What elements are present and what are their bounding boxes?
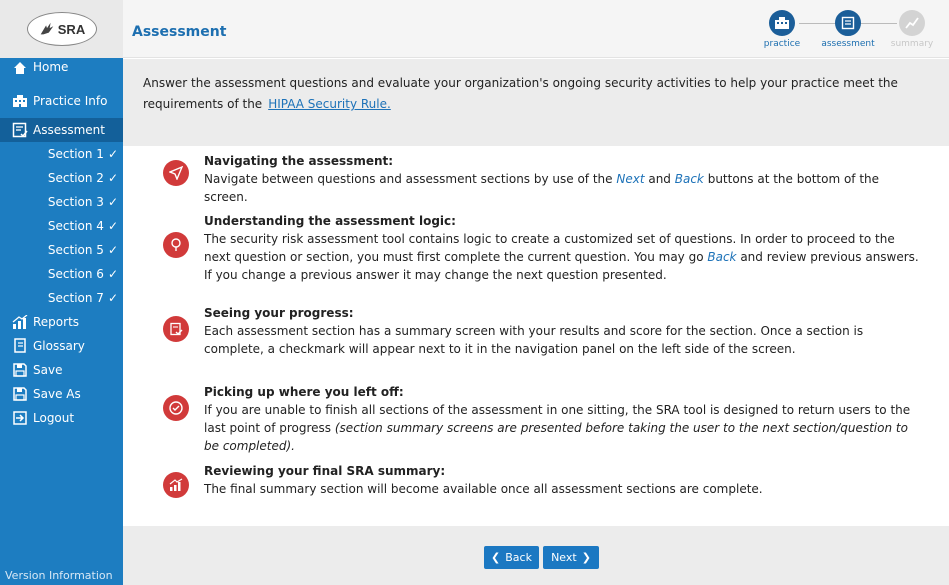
instruction-body: If you are unable to finish all sections…: [204, 403, 911, 453]
instruction-body: The security risk assessment tool contai…: [204, 232, 919, 282]
summary-icon: [899, 10, 925, 36]
sidebar-item-reports[interactable]: Reports: [0, 310, 123, 334]
step-practice[interactable]: practice: [752, 10, 812, 49]
sidebar-item-label: Reports: [33, 315, 80, 329]
checkmark-icon: ✓: [107, 219, 118, 233]
next-keyword: Next: [616, 172, 645, 186]
step-assessment[interactable]: assessment: [818, 10, 878, 49]
header: Assessment practice assessment summary: [123, 0, 949, 58]
checkmark-icon: ✓: [107, 243, 118, 257]
home-icon: [12, 60, 28, 76]
chart-icon: [12, 314, 28, 330]
instruction-pickup: Picking up where you left off: If you ar…: [163, 383, 923, 455]
sidebar-item-label: Home: [33, 60, 69, 74]
chevron-right-icon: ❯: [581, 551, 591, 564]
instruction-body: Each assessment section has a summary sc…: [204, 324, 864, 356]
sidebar-item-save-as[interactable]: Save As: [0, 382, 123, 406]
section-label: Section 2: [47, 171, 104, 185]
next-button[interactable]: Next ❯: [543, 546, 599, 569]
save-icon: [12, 362, 28, 378]
intro-panel: Answer the assessment questions and eval…: [123, 59, 949, 146]
hipaa-security-rule-link[interactable]: HIPAA Security Rule.: [268, 97, 391, 111]
back-keyword: Back: [674, 172, 704, 186]
sidebar-item-label: Glossary: [33, 339, 85, 353]
instructions: Navigating the assessment: Navigate betw…: [123, 146, 949, 526]
building-icon: [12, 93, 28, 109]
footer: ❮ Back Next ❯: [123, 526, 949, 585]
sidebar-section-1[interactable]: Section 1 ✓: [0, 142, 123, 166]
sidebar: SRA Home Practice Info Assessment Sectio…: [0, 0, 123, 585]
logout-icon: [12, 410, 28, 426]
sidebar-section-4[interactable]: Section 4 ✓: [0, 214, 123, 238]
section-label: Section 6: [47, 267, 104, 281]
sra-logo[interactable]: SRA: [26, 12, 97, 46]
instruction-title: Navigating the assessment:: [204, 154, 394, 168]
section-label: Section 1: [47, 147, 104, 161]
sidebar-item-practice-info[interactable]: Practice Info: [0, 84, 123, 118]
sidebar-section-7[interactable]: Section 7 ✓: [0, 286, 123, 310]
sidebar-item-assessment[interactable]: Assessment: [0, 118, 123, 142]
instruction-summary: Reviewing your final SRA summary: The fi…: [163, 462, 923, 498]
eagle-icon: [40, 22, 54, 35]
sidebar-item-logout[interactable]: Logout: [0, 406, 123, 430]
step-summary[interactable]: summary: [882, 10, 942, 49]
sidebar-section-6[interactable]: Section 6 ✓: [0, 262, 123, 286]
instruction-body: Navigate between questions and assessmen…: [204, 172, 880, 204]
logo-text: SRA: [57, 21, 86, 37]
instruction-navigating: Navigating the assessment: Navigate betw…: [163, 152, 923, 206]
page-title: Assessment: [132, 24, 227, 40]
sidebar-item-label: Logout: [33, 411, 75, 425]
logo-box: SRA: [0, 0, 123, 58]
section-label: Section 5: [47, 243, 104, 257]
sidebar-item-label: Practice Info: [33, 94, 108, 108]
assessment-icon: [835, 10, 861, 36]
sidebar-item-label: Save As: [33, 387, 81, 401]
checklist-icon: [163, 316, 189, 342]
instruction-title: Picking up where you left off:: [204, 385, 404, 399]
practice-icon: [769, 10, 795, 36]
chevron-left-icon: ❮: [491, 551, 501, 564]
version-information-link[interactable]: Version Information: [0, 565, 123, 585]
sidebar-item-home[interactable]: Home: [0, 58, 123, 84]
sidebar-item-label: Save: [33, 363, 63, 377]
instruction-logic: Understanding the assessment logic: The …: [163, 212, 923, 284]
checkmark-icon: ✓: [107, 171, 118, 185]
back-button[interactable]: ❮ Back: [484, 546, 539, 569]
sidebar-item-label: Assessment: [33, 123, 105, 137]
section-label: Section 3: [47, 195, 104, 209]
sidebar-item-save[interactable]: Save: [0, 358, 123, 382]
step-label: summary: [890, 39, 934, 49]
checkmark-icon: ✓: [107, 195, 118, 209]
sidebar-section-2[interactable]: Section 2 ✓: [0, 166, 123, 190]
intro-text: Answer the assessment questions and eval…: [143, 76, 898, 111]
instruction-title: Understanding the assessment logic:: [204, 214, 456, 228]
check-circle-icon: [163, 395, 189, 421]
back-keyword: Back: [707, 250, 737, 264]
chart-icon: [163, 472, 189, 498]
instruction-title: Seeing your progress:: [204, 306, 354, 320]
tree-icon: [163, 232, 189, 258]
section-label: Section 7: [47, 291, 104, 305]
sidebar-section-3[interactable]: Section 3 ✓: [0, 190, 123, 214]
back-button-label: Back: [505, 551, 532, 564]
instruction-body: The final summary section will become av…: [204, 482, 763, 496]
sidebar-section-5[interactable]: Section 5 ✓: [0, 238, 123, 262]
checkmark-icon: ✓: [107, 147, 118, 161]
instruction-title: Reviewing your final SRA summary:: [204, 464, 446, 478]
sidebar-item-glossary[interactable]: Glossary: [0, 334, 123, 358]
book-icon: [12, 338, 28, 354]
section-label: Section 4: [47, 219, 104, 233]
instruction-progress: Seeing your progress: Each assessment se…: [163, 304, 923, 358]
save-as-icon: [12, 386, 28, 402]
step-label: assessment: [821, 39, 875, 49]
next-button-label: Next: [551, 551, 577, 564]
checkmark-icon: ✓: [107, 291, 118, 305]
paper-plane-icon: [163, 160, 189, 186]
checklist-icon: [12, 122, 28, 138]
checkmark-icon: ✓: [107, 267, 118, 281]
step-label: practice: [763, 39, 801, 49]
